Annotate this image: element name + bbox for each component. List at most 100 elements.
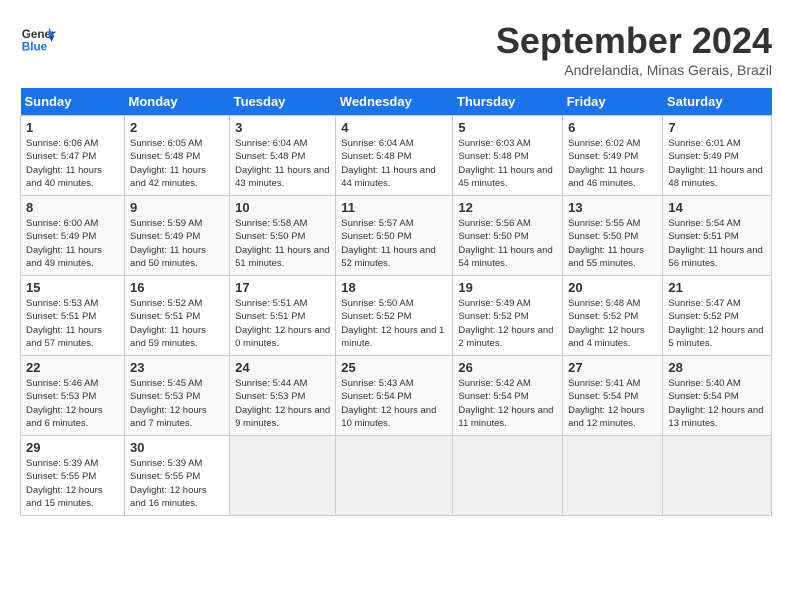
day-info: Sunrise: 6:00 AM Sunset: 5:49 PM Dayligh… — [26, 217, 119, 270]
calendar-week-row: 15 Sunrise: 5:53 AM Sunset: 5:51 PM Dayl… — [21, 276, 772, 356]
table-row: 3 Sunrise: 6:04 AM Sunset: 5:48 PM Dayli… — [230, 116, 336, 196]
table-row — [336, 436, 453, 516]
table-row: 4 Sunrise: 6:04 AM Sunset: 5:48 PM Dayli… — [336, 116, 453, 196]
table-row — [230, 436, 336, 516]
day-number: 4 — [341, 120, 447, 135]
svg-text:Blue: Blue — [22, 41, 48, 54]
day-info: Sunrise: 5:45 AM Sunset: 5:53 PM Dayligh… — [130, 377, 224, 430]
table-row: 24 Sunrise: 5:44 AM Sunset: 5:53 PM Dayl… — [230, 356, 336, 436]
day-info: Sunrise: 5:43 AM Sunset: 5:54 PM Dayligh… — [341, 377, 447, 430]
day-number: 29 — [26, 440, 119, 455]
day-info: Sunrise: 5:39 AM Sunset: 5:55 PM Dayligh… — [26, 457, 119, 510]
table-row: 21 Sunrise: 5:47 AM Sunset: 5:52 PM Dayl… — [663, 276, 772, 356]
table-row: 14 Sunrise: 5:54 AM Sunset: 5:51 PM Dayl… — [663, 196, 772, 276]
header-saturday: Saturday — [663, 88, 772, 116]
header-tuesday: Tuesday — [230, 88, 336, 116]
table-row: 16 Sunrise: 5:52 AM Sunset: 5:51 PM Dayl… — [125, 276, 230, 356]
table-row: 19 Sunrise: 5:49 AM Sunset: 5:52 PM Dayl… — [453, 276, 563, 356]
day-info: Sunrise: 5:46 AM Sunset: 5:53 PM Dayligh… — [26, 377, 119, 430]
day-number: 27 — [568, 360, 657, 375]
day-info: Sunrise: 5:41 AM Sunset: 5:54 PM Dayligh… — [568, 377, 657, 430]
day-info: Sunrise: 5:59 AM Sunset: 5:49 PM Dayligh… — [130, 217, 224, 270]
header-friday: Friday — [563, 88, 663, 116]
day-info: Sunrise: 5:57 AM Sunset: 5:50 PM Dayligh… — [341, 217, 447, 270]
table-row: 12 Sunrise: 5:56 AM Sunset: 5:50 PM Dayl… — [453, 196, 563, 276]
day-number: 11 — [341, 200, 447, 215]
day-info: Sunrise: 5:54 AM Sunset: 5:51 PM Dayligh… — [668, 217, 766, 270]
day-info: Sunrise: 5:47 AM Sunset: 5:52 PM Dayligh… — [668, 297, 766, 350]
day-number: 13 — [568, 200, 657, 215]
day-info: Sunrise: 5:58 AM Sunset: 5:50 PM Dayligh… — [235, 217, 330, 270]
day-info: Sunrise: 5:44 AM Sunset: 5:53 PM Dayligh… — [235, 377, 330, 430]
table-row: 15 Sunrise: 5:53 AM Sunset: 5:51 PM Dayl… — [21, 276, 125, 356]
day-info: Sunrise: 6:03 AM Sunset: 5:48 PM Dayligh… — [458, 137, 557, 190]
subtitle: Andrelandia, Minas Gerais, Brazil — [496, 62, 772, 78]
calendar-week-row: 1 Sunrise: 6:06 AM Sunset: 5:47 PM Dayli… — [21, 116, 772, 196]
day-number: 24 — [235, 360, 330, 375]
table-row — [663, 436, 772, 516]
day-info: Sunrise: 6:04 AM Sunset: 5:48 PM Dayligh… — [235, 137, 330, 190]
table-row: 2 Sunrise: 6:05 AM Sunset: 5:48 PM Dayli… — [125, 116, 230, 196]
day-number: 3 — [235, 120, 330, 135]
table-row — [563, 436, 663, 516]
day-number: 14 — [668, 200, 766, 215]
header: General Blue September 2024 Andrelandia,… — [20, 20, 772, 78]
day-info: Sunrise: 5:55 AM Sunset: 5:50 PM Dayligh… — [568, 217, 657, 270]
header-sunday: Sunday — [21, 88, 125, 116]
table-row: 29 Sunrise: 5:39 AM Sunset: 5:55 PM Dayl… — [21, 436, 125, 516]
day-info: Sunrise: 5:50 AM Sunset: 5:52 PM Dayligh… — [341, 297, 447, 350]
day-info: Sunrise: 6:06 AM Sunset: 5:47 PM Dayligh… — [26, 137, 119, 190]
table-row: 23 Sunrise: 5:45 AM Sunset: 5:53 PM Dayl… — [125, 356, 230, 436]
table-row: 27 Sunrise: 5:41 AM Sunset: 5:54 PM Dayl… — [563, 356, 663, 436]
calendar-week-row: 8 Sunrise: 6:00 AM Sunset: 5:49 PM Dayli… — [21, 196, 772, 276]
day-info: Sunrise: 5:48 AM Sunset: 5:52 PM Dayligh… — [568, 297, 657, 350]
day-number: 19 — [458, 280, 557, 295]
calendar-table: Sunday Monday Tuesday Wednesday Thursday… — [20, 88, 772, 516]
logo-icon: General Blue — [20, 20, 56, 56]
day-number: 8 — [26, 200, 119, 215]
table-row: 30 Sunrise: 5:39 AM Sunset: 5:55 PM Dayl… — [125, 436, 230, 516]
month-title: September 2024 — [496, 20, 772, 62]
day-number: 6 — [568, 120, 657, 135]
day-info: Sunrise: 5:51 AM Sunset: 5:51 PM Dayligh… — [235, 297, 330, 350]
day-number: 7 — [668, 120, 766, 135]
header-wednesday: Wednesday — [336, 88, 453, 116]
day-info: Sunrise: 5:39 AM Sunset: 5:55 PM Dayligh… — [130, 457, 224, 510]
table-row: 7 Sunrise: 6:01 AM Sunset: 5:49 PM Dayli… — [663, 116, 772, 196]
day-info: Sunrise: 5:52 AM Sunset: 5:51 PM Dayligh… — [130, 297, 224, 350]
table-row: 22 Sunrise: 5:46 AM Sunset: 5:53 PM Dayl… — [21, 356, 125, 436]
day-info: Sunrise: 5:49 AM Sunset: 5:52 PM Dayligh… — [458, 297, 557, 350]
day-number: 10 — [235, 200, 330, 215]
table-row: 11 Sunrise: 5:57 AM Sunset: 5:50 PM Dayl… — [336, 196, 453, 276]
table-row: 6 Sunrise: 6:02 AM Sunset: 5:49 PM Dayli… — [563, 116, 663, 196]
header-monday: Monday — [125, 88, 230, 116]
day-info: Sunrise: 6:01 AM Sunset: 5:49 PM Dayligh… — [668, 137, 766, 190]
table-row: 10 Sunrise: 5:58 AM Sunset: 5:50 PM Dayl… — [230, 196, 336, 276]
table-row: 28 Sunrise: 5:40 AM Sunset: 5:54 PM Dayl… — [663, 356, 772, 436]
table-row: 18 Sunrise: 5:50 AM Sunset: 5:52 PM Dayl… — [336, 276, 453, 356]
day-number: 22 — [26, 360, 119, 375]
header-thursday: Thursday — [453, 88, 563, 116]
day-number: 12 — [458, 200, 557, 215]
logo: General Blue — [20, 20, 56, 56]
day-number: 18 — [341, 280, 447, 295]
day-info: Sunrise: 6:04 AM Sunset: 5:48 PM Dayligh… — [341, 137, 447, 190]
table-row — [453, 436, 563, 516]
day-number: 20 — [568, 280, 657, 295]
day-number: 15 — [26, 280, 119, 295]
day-info: Sunrise: 5:56 AM Sunset: 5:50 PM Dayligh… — [458, 217, 557, 270]
day-number: 23 — [130, 360, 224, 375]
day-number: 30 — [130, 440, 224, 455]
day-info: Sunrise: 5:40 AM Sunset: 5:54 PM Dayligh… — [668, 377, 766, 430]
table-row: 17 Sunrise: 5:51 AM Sunset: 5:51 PM Dayl… — [230, 276, 336, 356]
day-info: Sunrise: 5:53 AM Sunset: 5:51 PM Dayligh… — [26, 297, 119, 350]
calendar-week-row: 29 Sunrise: 5:39 AM Sunset: 5:55 PM Dayl… — [21, 436, 772, 516]
table-row: 1 Sunrise: 6:06 AM Sunset: 5:47 PM Dayli… — [21, 116, 125, 196]
day-number: 21 — [668, 280, 766, 295]
day-number: 28 — [668, 360, 766, 375]
day-number: 26 — [458, 360, 557, 375]
day-number: 1 — [26, 120, 119, 135]
day-number: 5 — [458, 120, 557, 135]
day-number: 16 — [130, 280, 224, 295]
day-info: Sunrise: 5:42 AM Sunset: 5:54 PM Dayligh… — [458, 377, 557, 430]
